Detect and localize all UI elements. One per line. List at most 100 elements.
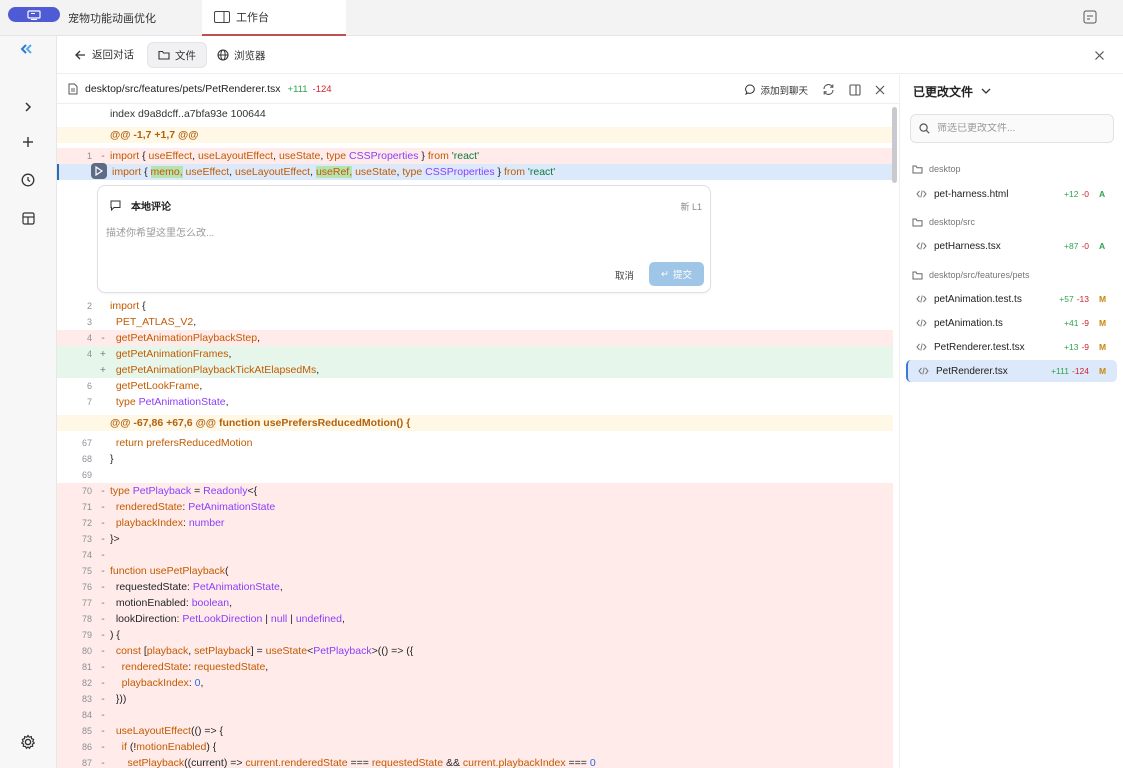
folder-header: desktop <box>912 164 961 174</box>
folder-header: desktop/src/features/pets <box>912 270 1030 280</box>
status-badge: M <box>1099 366 1107 376</box>
diff-view: index d9a8dcff..a7bfa93e 100644 @@ -1,7 … <box>57 105 899 768</box>
comment-input[interactable] <box>106 224 702 258</box>
diff-line: 76- requestedState: PetAnimationState, <box>57 579 893 595</box>
code-icon <box>916 190 927 198</box>
comment-gutter-button[interactable] <box>91 163 107 179</box>
monitor-icon <box>27 9 41 20</box>
diff-line: 85- useLayoutEffect(() => { <box>57 723 893 739</box>
diff-scrollbar[interactable] <box>892 107 897 183</box>
tab-files[interactable]: 文件 <box>147 42 207 68</box>
file-actions: 添加到聊天 <box>745 75 899 104</box>
folder-header: desktop/src <box>912 217 975 227</box>
hunk-header: @@ -67,86 +67,6 @@ function usePrefersRe… <box>57 415 893 431</box>
arrow-left-icon <box>75 50 85 59</box>
diff-line: + getPetAnimationPlaybackTickAtElapsedMs… <box>57 362 893 378</box>
file-icon <box>68 83 78 95</box>
refresh-icon[interactable] <box>822 83 835 96</box>
cancel-button[interactable]: 取消 <box>615 268 634 282</box>
diff-line: 80- const [playback, setPlayback] = useS… <box>57 643 893 659</box>
history-clock-icon[interactable] <box>19 171 37 189</box>
diff-line: 86- if (!motionEnabled) { <box>57 739 893 755</box>
left-rail <box>0 36 57 768</box>
main-header: 返回对话 文件 浏览器 <box>57 36 1123 74</box>
brand-icon[interactable] <box>19 40 37 58</box>
chevron-down-icon <box>981 88 991 94</box>
diff-line: 7 type PetAnimationState, <box>86 396 229 408</box>
enter-icon: ↵ <box>661 268 669 280</box>
app-logo-button[interactable] <box>8 7 60 22</box>
dashboard-icon[interactable] <box>19 209 37 227</box>
changed-file-item[interactable]: petAnimation.test.ts +57 -13 M <box>906 288 1117 310</box>
diff-line: 77- motionEnabled: boolean, <box>57 595 893 611</box>
diff-line: 87- setPlayback((current) => current.ren… <box>57 755 893 768</box>
folder-icon <box>912 218 923 226</box>
close-icon[interactable] <box>1094 48 1105 66</box>
added-count: +111 <box>287 83 308 95</box>
diff-line: 73-}> <box>57 531 893 547</box>
folder-icon <box>912 271 923 279</box>
panel-icon <box>214 11 230 23</box>
chat-bubble-icon <box>745 84 756 95</box>
changed-file-item[interactable]: PetRenderer.test.tsx +13 -9 M <box>906 336 1117 358</box>
changed-file-item[interactable]: petHarness.tsx +87 -0 A <box>906 235 1117 257</box>
globe-icon <box>217 49 229 61</box>
diff-line: 1- import { useEffect, useLayoutEffect, u… <box>57 148 893 164</box>
diff-line-selected[interactable]: import { memo, useEffect, useLayoutEffec… <box>57 164 893 180</box>
code-icon <box>916 319 927 327</box>
add-to-chat-button[interactable]: 添加到聊天 <box>745 83 808 97</box>
diff-line: 84- <box>57 707 893 723</box>
status-badge: M <box>1099 294 1107 304</box>
removed-count: -124 <box>312 83 332 95</box>
changed-files-title-dropdown[interactable]: 已更改文件 <box>913 83 991 100</box>
file-path: desktop/src/features/pets/PetRenderer.ts… <box>85 83 281 95</box>
close-file-icon[interactable] <box>875 85 885 95</box>
diff-line: 4- getPetAnimationPlaybackStep, <box>57 330 893 346</box>
changed-file-item-active[interactable]: PetRenderer.tsx +111 -124 M <box>906 360 1117 382</box>
changed-files-title: 已更改文件 <box>913 85 974 99</box>
back-label: 返回对话 <box>92 49 134 61</box>
settings-gear-icon[interactable] <box>19 733 37 751</box>
status-badge: M <box>1099 342 1107 352</box>
submit-button[interactable]: ↵ 提交 <box>649 262 704 286</box>
diff-line: 71- renderedState: PetAnimationState <box>57 499 893 515</box>
status-badge: M <box>1099 318 1107 328</box>
diff-line: 69 <box>81 470 92 480</box>
folder-icon <box>158 50 170 60</box>
diff-line: 3 PET_ATLAS_V2, <box>86 316 197 328</box>
hunk-header: @@ -1,7 +1,7 @@ <box>57 127 893 143</box>
changed-file-item[interactable]: pet-harness.html +12 -0 A <box>906 183 1117 205</box>
view-switcher: 文件 浏览器 <box>147 42 276 68</box>
diff-line: 4 + getPetAnimationFrames, <box>57 346 893 362</box>
status-badge: A <box>1099 189 1106 199</box>
comment-icon <box>110 200 121 211</box>
diff-line: 67 return prefersReducedMotion <box>81 437 253 449</box>
diff-line: 78- lookDirection: PetLookDirection | nu… <box>57 611 893 627</box>
add-to-chat-label: 添加到聊天 <box>760 85 808 97</box>
code-icon <box>916 343 927 351</box>
filter-files-input[interactable] <box>937 123 1107 134</box>
comment-title: 本地评论 <box>131 202 171 213</box>
diff-line: 79-) { <box>57 627 893 643</box>
local-comment-box: 本地评论 新 L1 取消 ↵提交 <box>97 185 711 293</box>
layout-toggle-icon[interactable] <box>1083 10 1097 24</box>
diff-line: 70- type PetPlayback = Readonly<{ <box>57 483 893 499</box>
code-icon <box>918 367 929 375</box>
diff-line: 74- <box>57 547 893 563</box>
diff-line: 72- playbackIndex: number <box>57 515 893 531</box>
tab-browser[interactable]: 浏览器 <box>207 42 276 68</box>
diff-line: 75- function usePetPlayback( <box>57 563 893 579</box>
tab-workbench[interactable]: 工作台 <box>202 0 346 36</box>
diff-line: 6 getPetLookFrame, <box>86 380 203 392</box>
changed-file-item[interactable]: petAnimation.ts +41 -9 M <box>906 312 1117 334</box>
back-to-chat-button[interactable]: 返回对话 <box>75 47 134 62</box>
submit-label: 提交 <box>672 270 692 281</box>
split-view-icon[interactable] <box>849 83 861 96</box>
code-icon <box>916 242 927 250</box>
plus-icon[interactable] <box>19 133 37 151</box>
tab-pet-animation[interactable]: 宠物功能动画优化 <box>60 0 202 36</box>
chevron-right-icon[interactable] <box>19 98 37 116</box>
filter-files-search <box>910 114 1114 143</box>
tab-label: 文件 <box>175 49 196 62</box>
top-bar: 宠物功能动画优化 工作台 <box>0 0 1123 36</box>
